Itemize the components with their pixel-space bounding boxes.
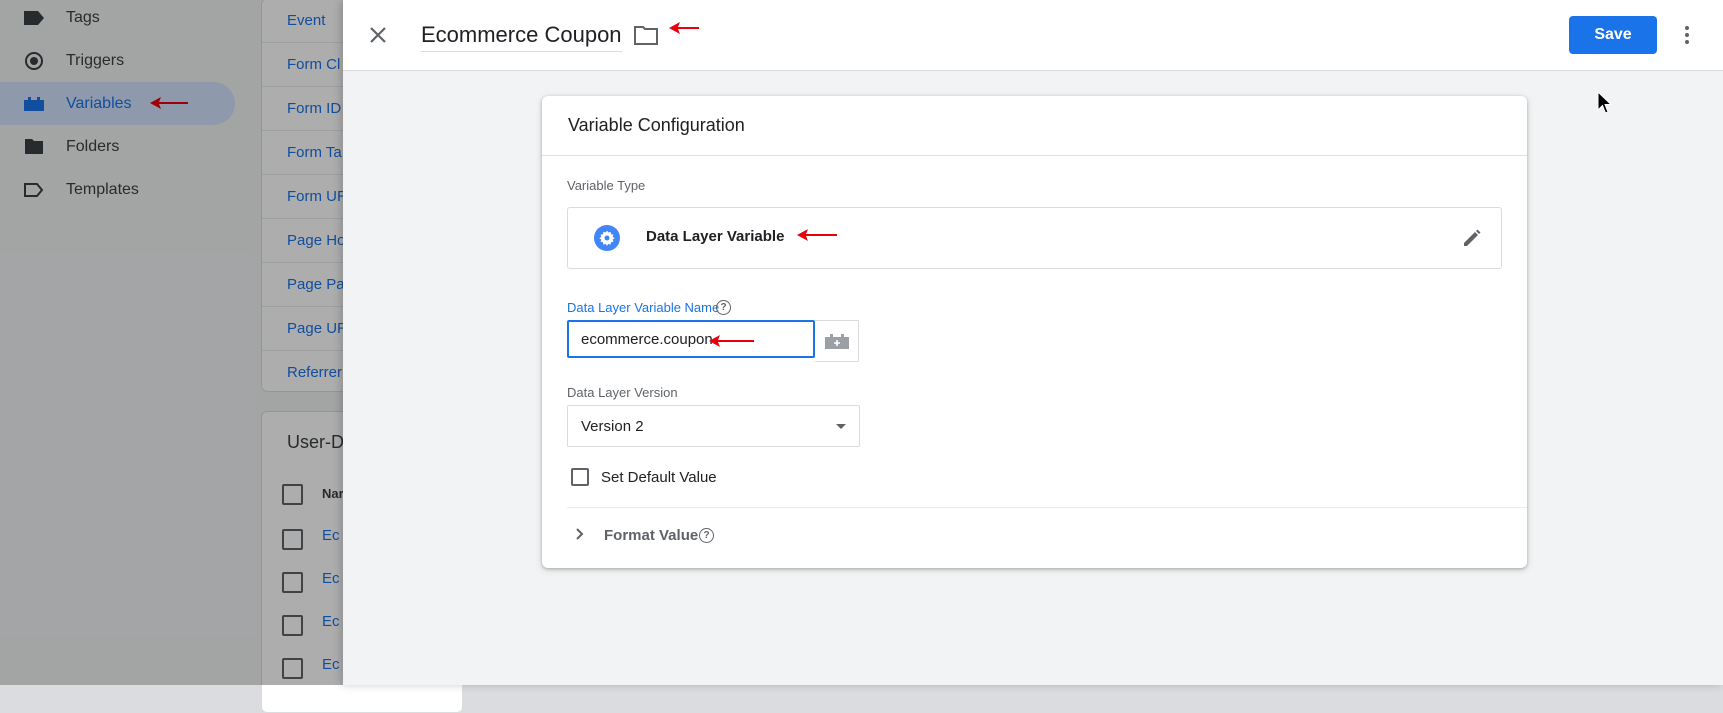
- set-default-value-checkbox[interactable]: [571, 468, 589, 486]
- insert-variable-icon: [824, 334, 849, 349]
- sheet-header: Ecommerce Coupon Save: [343, 0, 1723, 71]
- variable-editor-sheet: Ecommerce Coupon Save Variable Configura…: [343, 0, 1723, 685]
- variable-type-name: Data Layer Variable: [646, 228, 785, 245]
- variable-type-selector[interactable]: Data Layer Variable: [567, 207, 1502, 269]
- variable-configuration-card: Variable Configuration Variable Type Dat…: [542, 96, 1527, 568]
- annotation-arrow-icon: [797, 229, 837, 241]
- variable-name-title[interactable]: Ecommerce Coupon: [421, 22, 622, 52]
- format-value-toggle[interactable]: Format Value: [604, 527, 698, 544]
- mouse-cursor-icon: [1597, 91, 1613, 114]
- variable-name-label: Data Layer Variable Name: [567, 300, 720, 315]
- divider: [567, 507, 1527, 508]
- version-label: Data Layer Version: [567, 385, 678, 400]
- card-title: Variable Configuration: [568, 115, 745, 135]
- variable-name-input[interactable]: [567, 320, 815, 358]
- save-button[interactable]: Save: [1569, 16, 1657, 54]
- help-icon[interactable]: ?: [716, 300, 731, 315]
- version-select[interactable]: Version 2: [567, 405, 860, 447]
- annotation-arrow-icon: [669, 22, 699, 34]
- chevron-right-icon[interactable]: [575, 527, 585, 541]
- insert-variable-button[interactable]: [815, 320, 859, 362]
- variable-type-label: Variable Type: [567, 178, 646, 193]
- more-vert-icon[interactable]: [1682, 23, 1692, 47]
- edit-pencil-icon[interactable]: [1461, 227, 1483, 249]
- modal-scrim[interactable]: [0, 0, 343, 685]
- dropdown-arrow-icon: [836, 424, 846, 429]
- annotation-arrow-icon: [709, 335, 754, 347]
- close-icon[interactable]: [366, 23, 390, 47]
- divider: [542, 155, 1527, 156]
- folder-icon[interactable]: [634, 25, 658, 45]
- gear-icon: [594, 225, 620, 251]
- version-selected-value: Version 2: [581, 418, 644, 435]
- set-default-value-label: Set Default Value: [601, 469, 717, 486]
- help-icon[interactable]: ?: [699, 528, 714, 543]
